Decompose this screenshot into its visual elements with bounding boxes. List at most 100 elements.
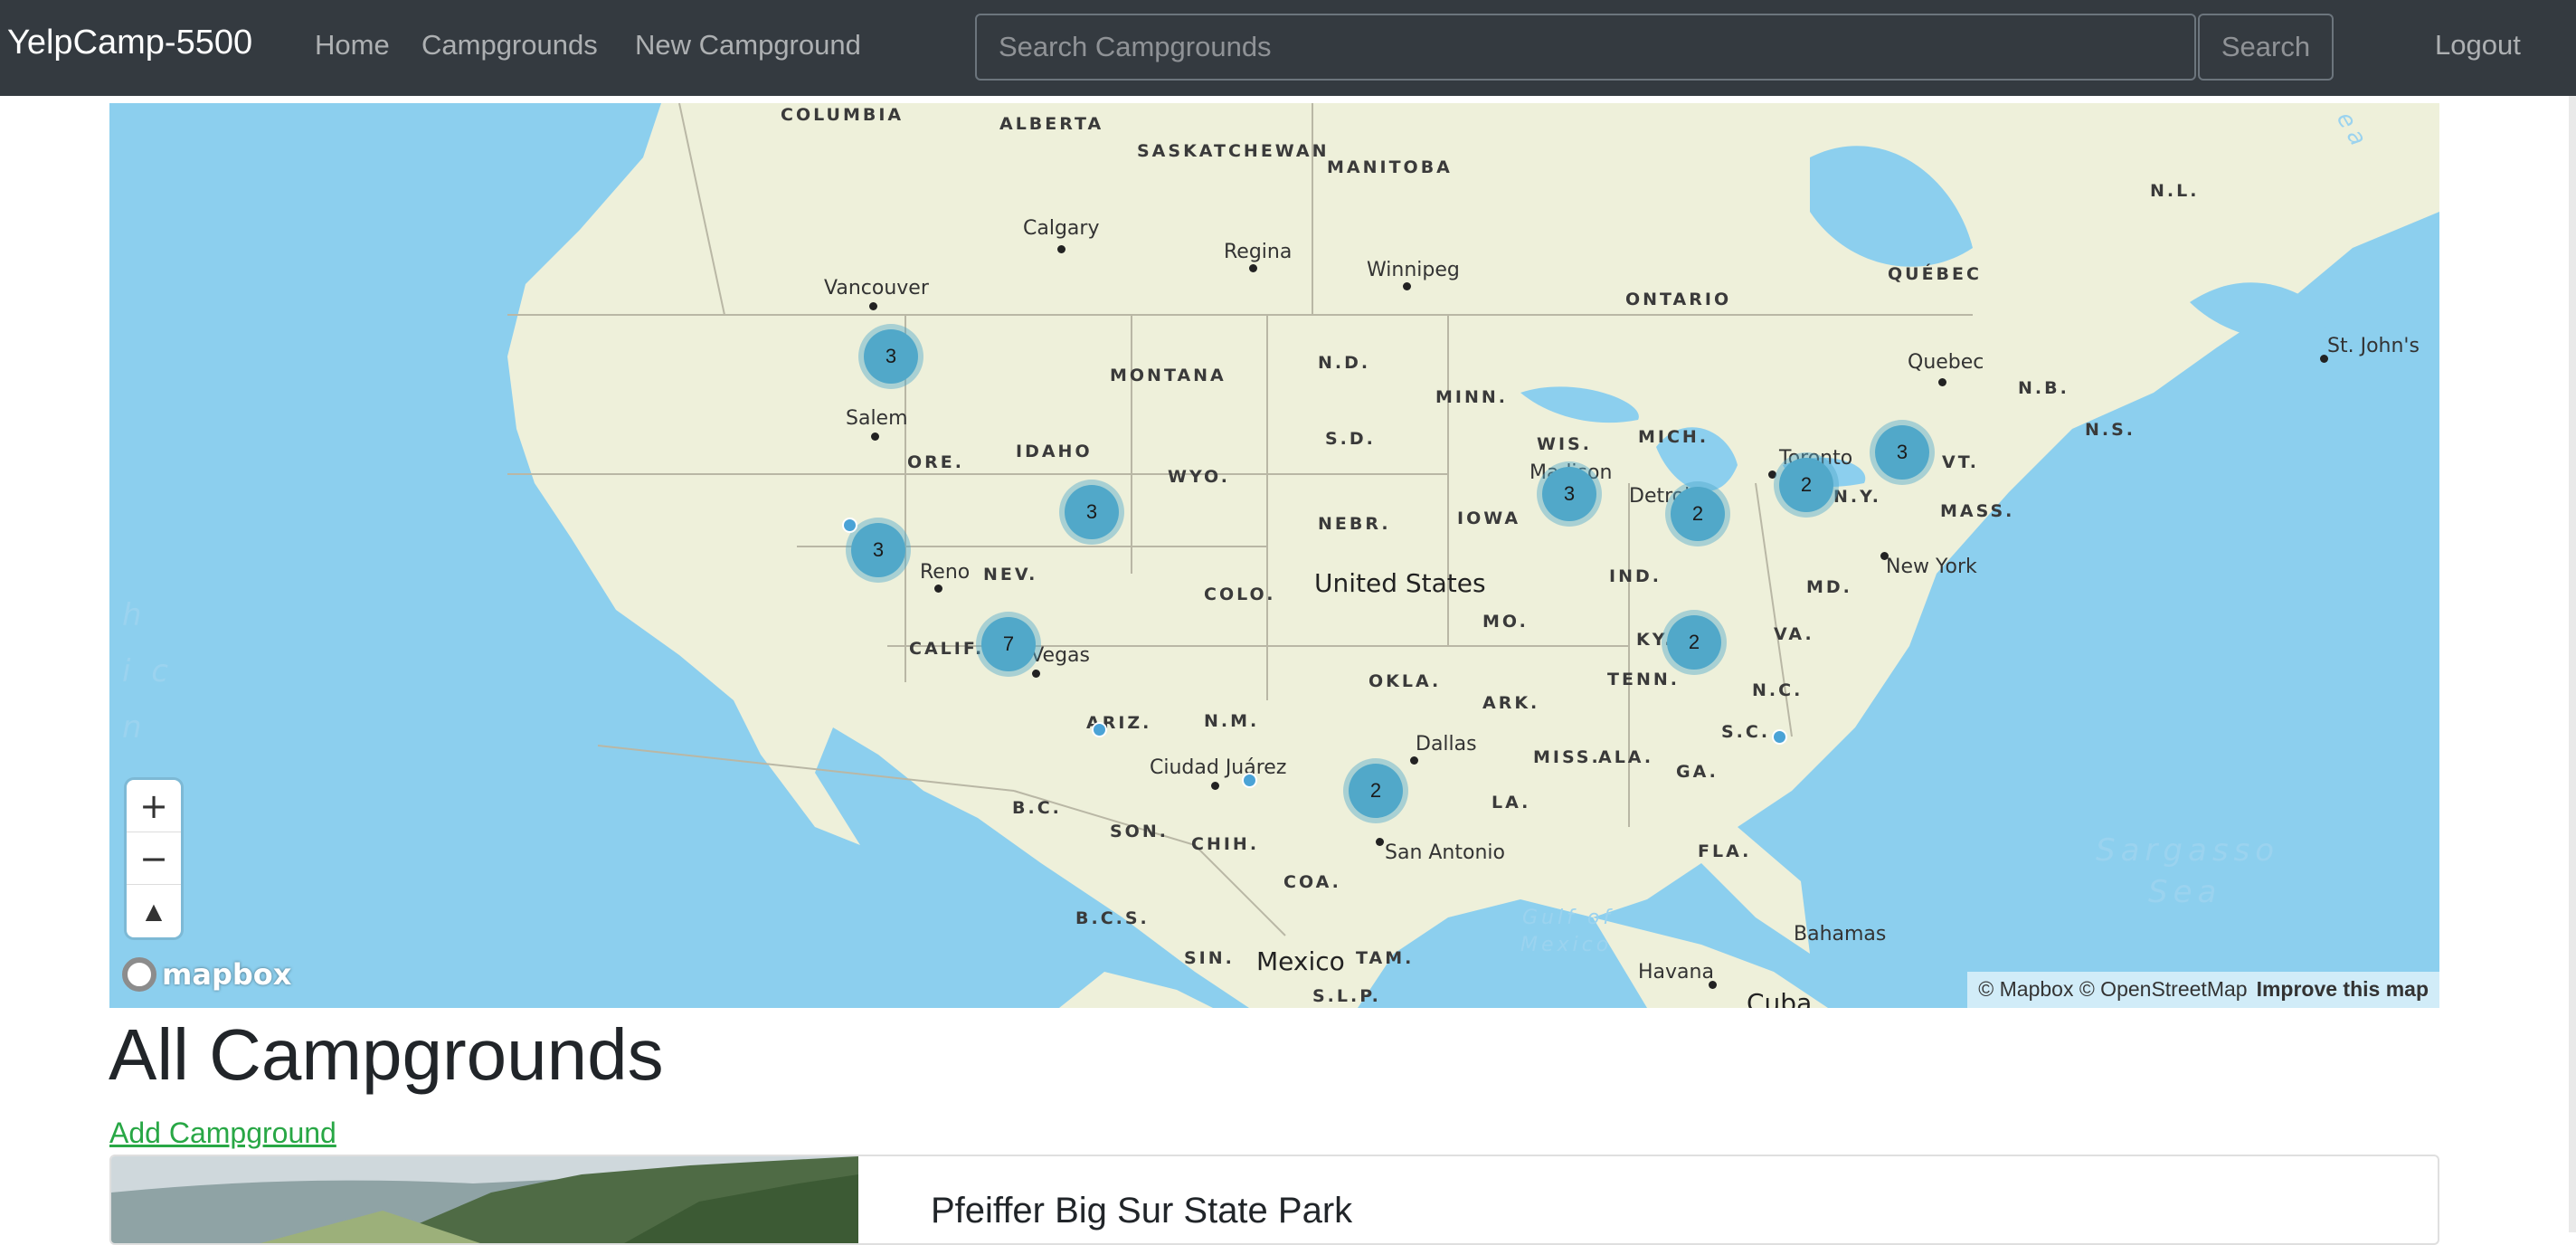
label-sin: SIN. — [1184, 948, 1235, 968]
label-la: LA. — [1492, 793, 1531, 813]
label-salem: Salem — [846, 407, 908, 430]
page-title: All Campgrounds — [109, 1014, 664, 1095]
label-ontario: ONTARIO — [1625, 290, 1732, 309]
campground-image — [111, 1156, 858, 1243]
cluster-marker[interactable]: 2 — [1349, 764, 1403, 818]
label-columbia: COLUMBIA — [781, 105, 904, 125]
label-nev: NEV. — [983, 565, 1038, 584]
campground-marker[interactable] — [1772, 729, 1787, 745]
label-iowa: IOWA — [1457, 508, 1521, 528]
label-sea: Sea — [2148, 874, 2222, 910]
label-vt: VT. — [1942, 452, 1979, 472]
label-mich: MICH. — [1638, 427, 1709, 447]
label-united-states: United States — [1314, 568, 1486, 598]
label-md: MD. — [1806, 577, 1852, 597]
label-ns: N.S. — [2085, 420, 2136, 440]
label-gulf-mexico: Mexico — [1520, 934, 1613, 956]
attribution-text[interactable]: © Mapbox © OpenStreetMap — [1978, 977, 2247, 1001]
label-winnipeg: Winnipeg — [1367, 259, 1460, 281]
search-input[interactable] — [975, 14, 2196, 81]
cluster-map[interactable]: COLUMBIA ALBERTA SASKATCHEWAN MANITOBA O… — [109, 103, 2439, 1008]
brand-logo[interactable]: YelpCamp-5500 — [7, 24, 252, 62]
nav-link-home[interactable]: Home — [315, 29, 390, 62]
campground-title: Pfeiffer Big Sur State Park — [931, 1191, 1353, 1231]
label-quebec-province: QUÉBEC — [1888, 264, 1982, 284]
label-saskatchewan: SASKATCHEWAN — [1137, 141, 1330, 161]
label-dallas: Dallas — [1416, 733, 1477, 756]
zoom-in-button[interactable]: + — [127, 780, 181, 832]
label-new-york: New York — [1886, 556, 1977, 578]
label-ind: IND. — [1609, 566, 1662, 586]
nav-link-campgrounds[interactable]: Campgrounds — [421, 29, 598, 62]
label-wyo: WYO. — [1168, 467, 1230, 487]
label-st-johns: St. John's — [2327, 335, 2420, 357]
campground-marker[interactable] — [842, 518, 857, 533]
cluster-marker[interactable]: 3 — [864, 329, 918, 384]
search-button[interactable]: Search — [2198, 14, 2334, 81]
zoom-out-button[interactable]: − — [127, 832, 181, 885]
campground-card: Pfeiffer Big Sur State Park — [109, 1155, 2439, 1245]
label-ocean-fragment-1: h — [122, 597, 147, 633]
label-ore: ORE. — [907, 452, 964, 472]
label-tam: TAM. — [1356, 948, 1415, 968]
label-ocean-fragment-2: i c — [122, 653, 174, 689]
cluster-marker[interactable]: 3 — [1065, 485, 1119, 539]
label-ny: N.Y. — [1833, 487, 1881, 507]
label-sc: S.C. — [1721, 722, 1771, 742]
label-tenn: TENN. — [1607, 670, 1680, 689]
map-land — [507, 103, 2439, 1008]
label-quebec-city: Quebec — [1908, 351, 1984, 374]
label-bahamas: Bahamas — [1794, 923, 1887, 946]
cluster-marker[interactable]: 3 — [1542, 467, 1596, 521]
label-nl: N.L. — [2150, 181, 2200, 201]
label-nc: N.C. — [1752, 680, 1804, 700]
label-calgary: Calgary — [1023, 217, 1100, 240]
label-mo: MO. — [1482, 612, 1529, 632]
label-san-antonio: San Antonio — [1385, 841, 1505, 864]
cluster-marker[interactable]: 7 — [981, 617, 1036, 671]
label-ala: ALA. — [1598, 747, 1654, 767]
mapbox-logo-icon — [122, 957, 156, 992]
label-regina: Regina — [1224, 241, 1293, 263]
label-mexico: Mexico — [1256, 946, 1345, 976]
label-bcs: B.C.S. — [1075, 908, 1150, 928]
campground-marker[interactable] — [1092, 722, 1107, 737]
label-calif: CALIF. — [909, 639, 985, 659]
label-son: SON. — [1110, 822, 1169, 841]
label-okla: OKLA. — [1368, 671, 1442, 691]
label-nd: N.D. — [1318, 353, 1371, 373]
label-wis: WIS. — [1537, 434, 1592, 454]
map-nav-control: + − ▲ — [127, 780, 181, 937]
label-colo: COLO. — [1204, 584, 1276, 604]
label-miss: MISS. — [1533, 747, 1601, 767]
label-sargasso: Sargasso — [2096, 832, 2280, 869]
label-va: VA. — [1774, 624, 1814, 644]
improve-map-link[interactable]: Improve this map — [2257, 977, 2429, 1001]
cluster-marker[interactable]: 3 — [851, 523, 905, 577]
label-chih: CHIH. — [1191, 834, 1260, 854]
cluster-marker[interactable]: 2 — [1671, 487, 1725, 541]
cluster-marker[interactable]: 2 — [1779, 458, 1833, 512]
label-alberta: ALBERTA — [999, 114, 1104, 134]
label-reno: Reno — [920, 561, 971, 584]
cluster-marker[interactable]: 3 — [1875, 425, 1929, 480]
navbar: YelpCamp-5500 Home Campgrounds New Campg… — [0, 0, 2576, 96]
map-attribution: © Mapbox © OpenStreetMap Improve this map — [1967, 972, 2439, 1008]
add-campground-link[interactable]: Add Campground — [109, 1117, 336, 1150]
mapbox-logo[interactable]: mapbox — [122, 957, 291, 992]
label-idaho: IDAHO — [1016, 442, 1093, 461]
label-nb: N.B. — [2018, 378, 2069, 398]
label-coa: COA. — [1283, 872, 1341, 892]
campground-marker[interactable] — [1242, 773, 1257, 788]
cluster-marker[interactable]: 2 — [1667, 615, 1721, 670]
land-shape — [507, 103, 2439, 1008]
label-ciudad-juarez: Ciudad Juárez — [1150, 756, 1287, 779]
logout-link[interactable]: Logout — [2435, 29, 2521, 62]
compass-button[interactable]: ▲ — [127, 885, 181, 937]
label-slp: S.L.P. — [1312, 986, 1381, 1006]
label-ga: GA. — [1676, 762, 1719, 782]
nav-link-new-campground[interactable]: New Campground — [635, 29, 861, 62]
label-minn: MINN. — [1435, 387, 1508, 407]
label-fla: FLA. — [1698, 841, 1752, 861]
scrollbar[interactable] — [2569, 96, 2576, 1232]
